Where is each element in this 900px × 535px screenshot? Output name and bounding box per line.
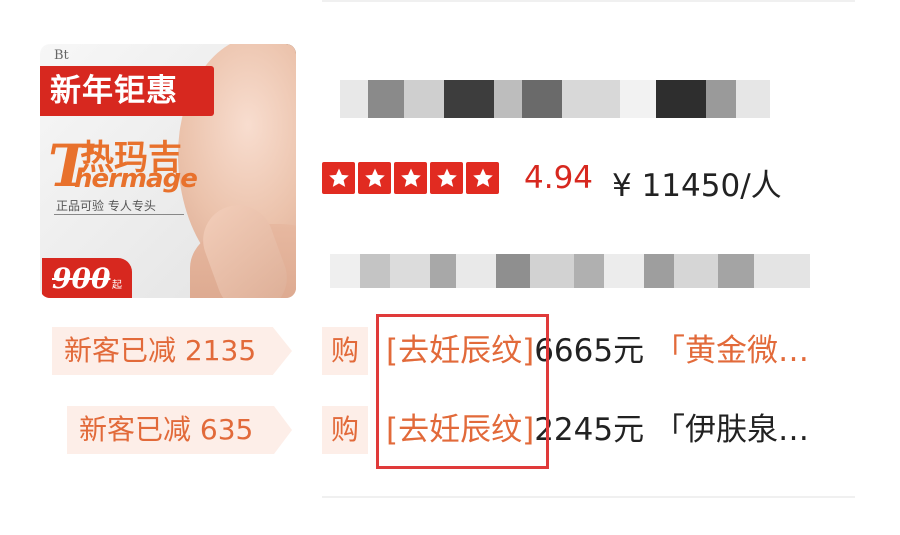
buy-tag-2: 购 (322, 406, 368, 454)
price-badge-value: 900 (52, 262, 111, 295)
thumbnail-corner-mark: Bt (54, 48, 69, 63)
star-icon (430, 162, 463, 194)
deal-item-name: 「伊肤泉… (653, 412, 809, 448)
new-customer-discount-2: 新客已减 635 (67, 406, 292, 454)
rating-stars (322, 162, 499, 194)
product-thumbnail[interactable]: Bt 新年钜惠 T 热玛吉 hermage 正品可验 专人专头 900 起 (40, 44, 296, 298)
rating-score: 4.94 (524, 160, 594, 196)
brand-name-en: hermage (74, 164, 198, 194)
annotation-highlight-box (376, 314, 549, 469)
bottom-divider (322, 496, 855, 498)
brand-divider (54, 214, 184, 215)
per-person-price: ¥ 11450/人 (612, 168, 782, 204)
deal-price: 2245元 (534, 412, 645, 448)
redacted-shop-title[interactable] (340, 80, 770, 118)
price-badge: 900 起 (42, 258, 132, 298)
price-badge-unit: 起 (112, 280, 122, 291)
brand-subtitle: 正品可验 专人专头 (56, 199, 156, 213)
promo-badge: 新年钜惠 (40, 66, 214, 116)
star-icon (358, 162, 391, 194)
new-customer-discount-1: 新客已减 2135 (52, 327, 292, 375)
star-icon (322, 162, 355, 194)
star-icon (466, 162, 499, 194)
deal-price: 6665元 (534, 333, 645, 369)
star-icon (394, 162, 427, 194)
deal-item-name: 「黄金微… (653, 333, 809, 369)
top-divider (322, 0, 855, 2)
buy-tag-1: 购 (322, 327, 368, 375)
redacted-address (330, 254, 810, 288)
